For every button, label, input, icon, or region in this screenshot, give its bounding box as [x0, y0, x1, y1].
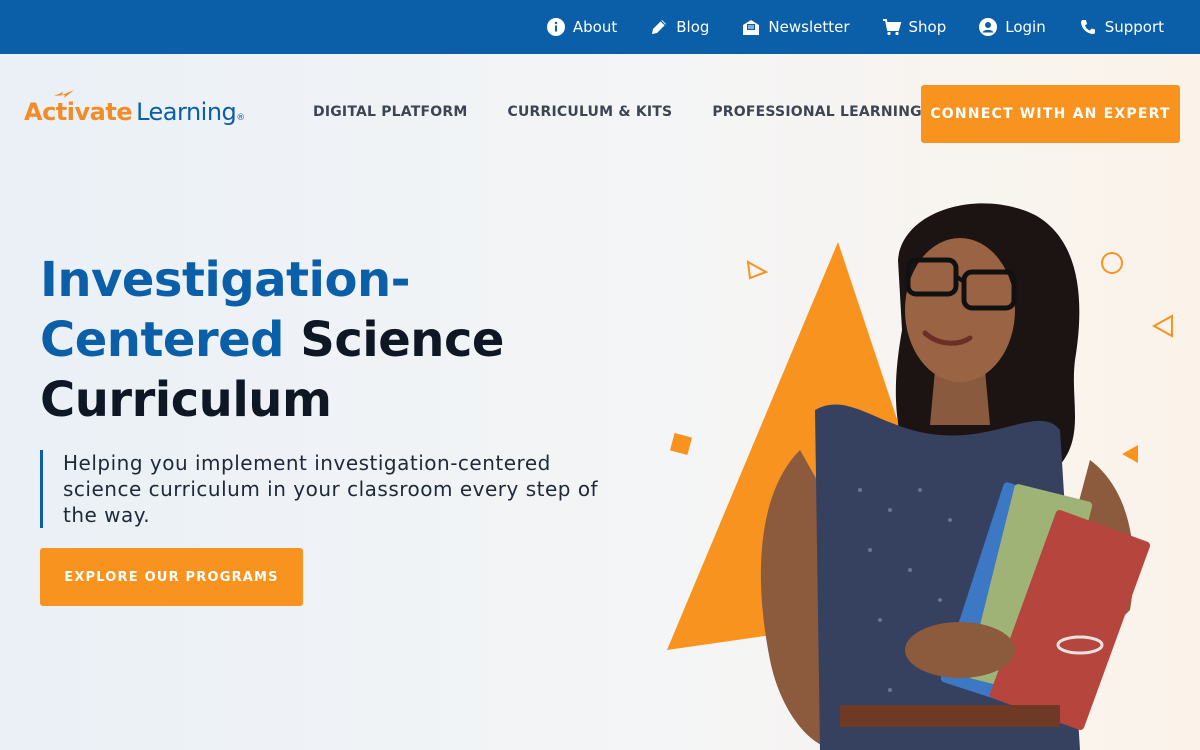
teacher-photo [760, 203, 1151, 750]
hero-title-line1: Investigation- [40, 252, 411, 308]
utility-link-blog[interactable]: Blog [649, 17, 709, 37]
hero-title: Investigation- Centered Science Curricul… [40, 250, 600, 430]
brand-logo[interactable]: Activate Learning ® [24, 90, 245, 126]
utility-bar: About Blog Newsletter Shop Login Support [0, 0, 1200, 54]
cart-icon [882, 17, 902, 37]
decorative-triangle-outline [746, 260, 769, 280]
info-icon [546, 17, 566, 37]
utility-link-support[interactable]: Support [1078, 17, 1164, 37]
logo-spark-icon [54, 90, 74, 98]
hero-title-science: Science [300, 312, 504, 368]
phone-icon [1078, 17, 1098, 37]
decorative-triangle-outline [1151, 314, 1173, 338]
logo-text-activate: Activate [24, 98, 133, 126]
nav-item-professional-learning[interactable]: PROFESSIONAL LEARNING [712, 104, 922, 120]
logo-text-learning: Learning [136, 98, 237, 126]
explore-programs-button[interactable]: EXPLORE OUR PROGRAMS [40, 548, 303, 606]
decorative-circle-outline [1101, 252, 1123, 274]
user-icon [978, 17, 998, 37]
utility-link-newsletter[interactable]: Newsletter [741, 17, 850, 37]
utility-link-label: About [572, 18, 618, 36]
newsletter-icon [741, 17, 761, 37]
hero-title-centered: Centered [40, 312, 285, 368]
logo-registered-mark: ® [236, 113, 245, 123]
hero-illustration [667, 203, 1173, 750]
utility-link-label: Newsletter [768, 18, 850, 36]
utility-link-about[interactable]: About [546, 17, 617, 37]
decorative-square [669, 432, 693, 456]
pencil-icon [649, 17, 669, 37]
decorative-triangle-solid [1122, 445, 1138, 463]
main-nav: DIGITAL PLATFORM CURRICULUM & KITS PROFE… [313, 104, 922, 120]
utility-link-shop[interactable]: Shop [882, 17, 947, 37]
hero-subtitle: Helping you implement investigation-cent… [40, 450, 600, 528]
nav-item-digital-platform[interactable]: DIGITAL PLATFORM [313, 104, 467, 120]
hero-title-curriculum: Curriculum [40, 372, 332, 428]
nav-item-curriculum-kits[interactable]: CURRICULUM & KITS [507, 104, 672, 120]
utility-link-label: Shop [908, 18, 947, 36]
utility-link-label: Login [1005, 18, 1046, 36]
connect-expert-button[interactable]: CONNECT WITH AN EXPERT [921, 85, 1180, 143]
utility-link-label: Support [1104, 18, 1164, 36]
site-header: Activate Learning ® DIGITAL PLATFORM CUR… [0, 54, 1200, 174]
utility-link-label: Blog [676, 18, 710, 36]
utility-link-login[interactable]: Login [978, 17, 1046, 37]
